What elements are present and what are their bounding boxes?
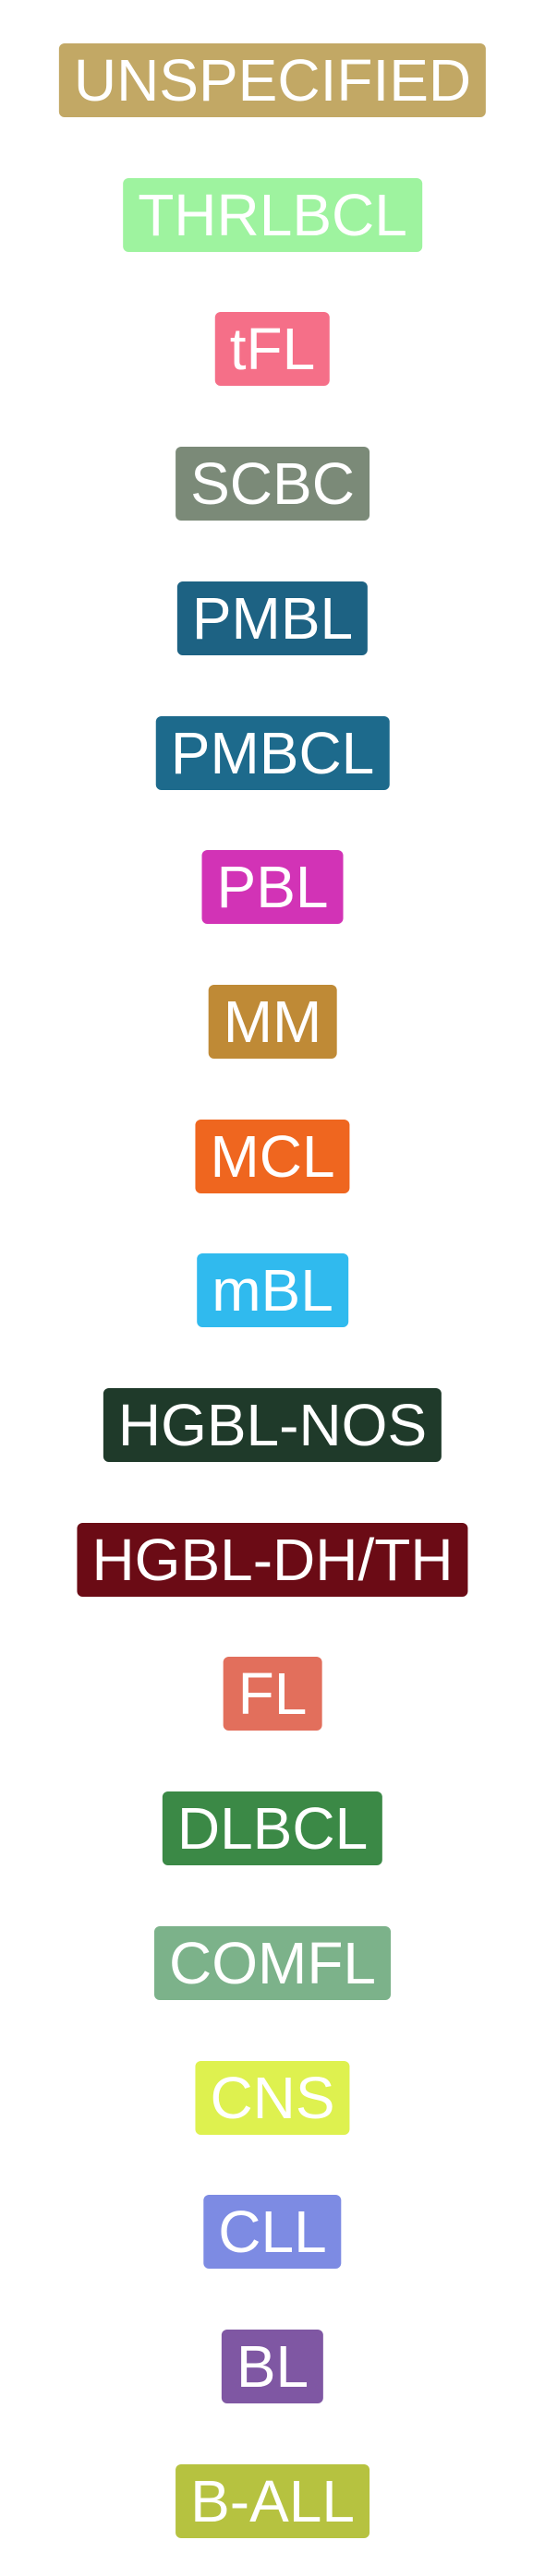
- label-tag-hgbl-dh-th: HGBL-DH/TH: [77, 1523, 468, 1597]
- label-tag-mcl: MCL: [195, 1120, 350, 1193]
- label-tag-hgbl-nos: HGBL-NOS: [103, 1388, 442, 1462]
- label-tag-pmbl: PMBL: [176, 581, 369, 655]
- label-tag-comfl: COMFL: [154, 1926, 391, 2000]
- label-tag-b-all: B-ALL: [176, 2464, 369, 2538]
- label-tag-tfl: tFL: [214, 312, 331, 386]
- label-tag-mbl: mBL: [197, 1253, 348, 1327]
- label-tag-unspecified: UNSPECIFIED: [58, 43, 487, 117]
- label-tag-thrlbcl: THRLBCL: [123, 178, 422, 252]
- label-tag-cns: CNS: [195, 2061, 350, 2135]
- label-tag-pbl: PBL: [201, 850, 344, 924]
- label-legend: UNSPECIFIED THRLBCL tFL SCBC PMBL PMBCL …: [0, 0, 545, 2576]
- label-tag-fl: FL: [223, 1657, 322, 1731]
- label-tag-cll: CLL: [203, 2195, 342, 2269]
- label-tag-dlbcl: DLBCL: [162, 1791, 383, 1865]
- label-tag-scbc: SCBC: [176, 447, 369, 521]
- label-tag-mm: MM: [208, 985, 337, 1059]
- label-tag-bl: BL: [221, 2330, 324, 2403]
- label-tag-pmbcl: PMBCL: [155, 716, 390, 790]
